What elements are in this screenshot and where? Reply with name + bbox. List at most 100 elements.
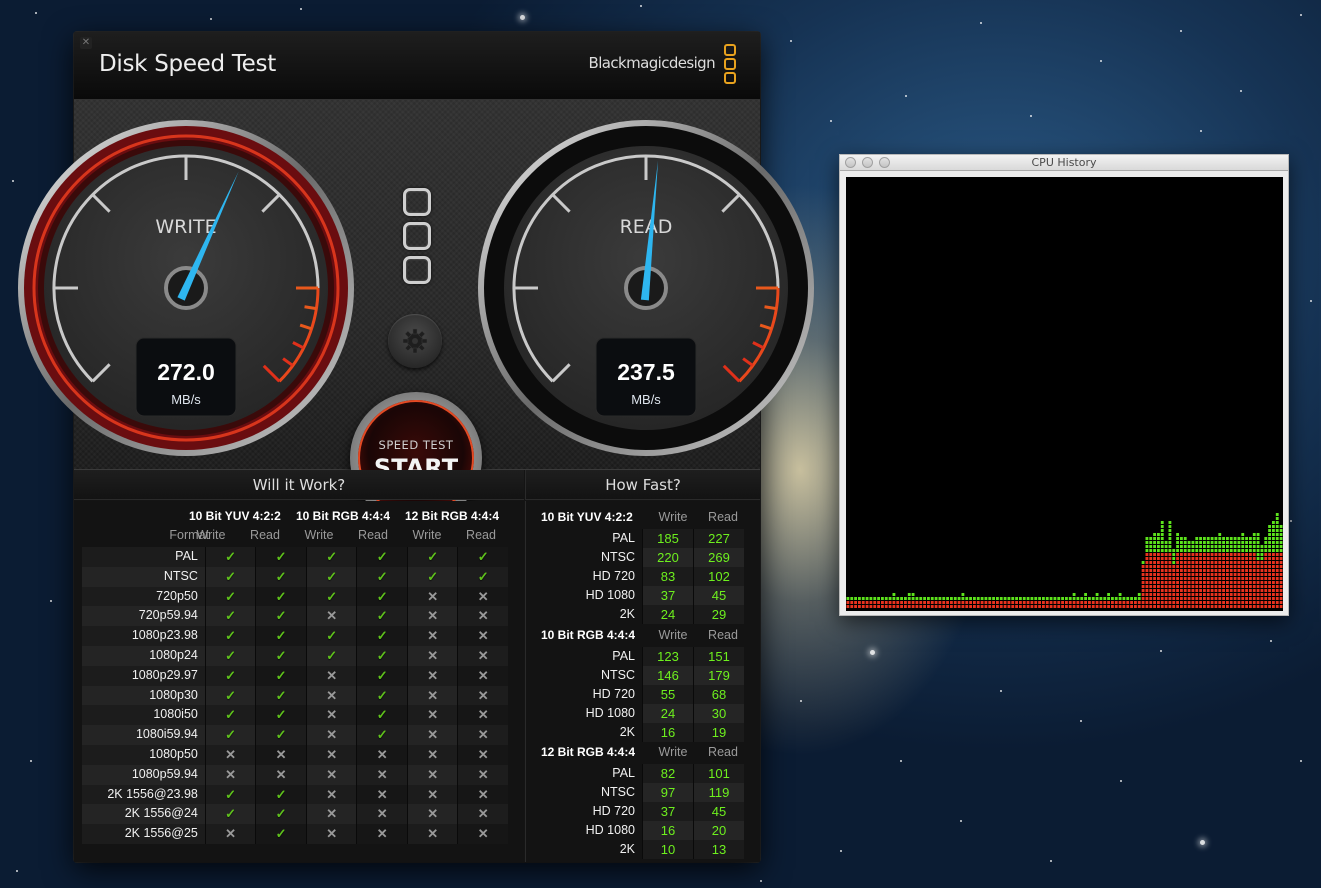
cpu-system-cell bbox=[1183, 605, 1187, 608]
cpu-user-cell bbox=[1053, 597, 1057, 600]
cpu-user-cell bbox=[1229, 545, 1233, 548]
cpu-column bbox=[1214, 537, 1218, 608]
cpu-user-cell bbox=[1149, 541, 1153, 544]
cpu-system-cell bbox=[1249, 605, 1252, 608]
cpu-system-cell bbox=[1015, 601, 1018, 604]
cpu-user-cell bbox=[1260, 545, 1264, 548]
cpu-system-cell bbox=[1222, 573, 1225, 576]
cpu-column bbox=[1210, 537, 1214, 608]
cpu-system-cell bbox=[1233, 605, 1237, 608]
cpu-system-cell bbox=[1137, 601, 1141, 604]
cpu-user-cell bbox=[1157, 541, 1160, 544]
cpu-column bbox=[1172, 549, 1176, 608]
cpu-system-cell bbox=[1176, 593, 1179, 596]
checkmark-icon: ✓ bbox=[356, 705, 407, 726]
cpu-system-cell bbox=[1199, 601, 1202, 604]
cpu-user-cell bbox=[1176, 545, 1179, 548]
cpu-user-cell bbox=[1195, 537, 1199, 540]
cpu-user-cell bbox=[1180, 549, 1183, 552]
cpu-system-cell bbox=[1252, 597, 1256, 600]
cpu-user-cell bbox=[1245, 545, 1248, 548]
star bbox=[1160, 650, 1162, 652]
cpu-system-cell bbox=[1195, 589, 1199, 592]
cpu-system-cell bbox=[1203, 573, 1206, 576]
cpu-system-cell bbox=[884, 605, 888, 608]
cpu-user-cell bbox=[1268, 537, 1271, 540]
cpu-system-cell bbox=[1275, 557, 1279, 560]
cpu-user-cell bbox=[1130, 597, 1133, 600]
cpu-user-cell bbox=[892, 593, 896, 596]
cpu-system-cell bbox=[1241, 561, 1245, 564]
cpu-system-cell bbox=[1229, 573, 1233, 576]
checkmark-icon: ✓ bbox=[204, 725, 256, 745]
cpu-system-cell bbox=[873, 601, 877, 604]
cpu-system-cell bbox=[1229, 553, 1233, 556]
cpu-system-cell bbox=[1256, 581, 1260, 584]
settings-button[interactable] bbox=[388, 314, 442, 368]
cpu-system-cell bbox=[1168, 557, 1172, 560]
cpu-user-cell bbox=[1145, 549, 1149, 552]
cpu-user-cell bbox=[1164, 549, 1168, 552]
cpu-system-cell bbox=[1226, 605, 1229, 608]
cpu-history-window: CPU History bbox=[839, 154, 1289, 616]
cpu-system-cell bbox=[973, 601, 976, 604]
cpu-system-cell bbox=[1275, 561, 1279, 564]
cpu-system-cell bbox=[1176, 561, 1179, 564]
cpu-system-cell bbox=[1034, 601, 1038, 604]
cpu-system-cell bbox=[1264, 557, 1268, 560]
cpu-user-cell bbox=[1241, 549, 1245, 552]
cpu-user-cell bbox=[1260, 553, 1264, 556]
cpu-system-cell bbox=[1256, 589, 1260, 592]
cpu-system-cell bbox=[1080, 605, 1084, 608]
checkmark-icon: ✓ bbox=[204, 665, 256, 686]
cpu-system-cell bbox=[1168, 597, 1172, 600]
cpu-system-cell bbox=[1007, 601, 1011, 604]
cpu-system-cell bbox=[1233, 597, 1237, 600]
cpu-system-cell bbox=[1172, 589, 1176, 592]
cpu-column bbox=[919, 597, 923, 608]
cpu-user-cell bbox=[1245, 541, 1248, 544]
cpu-system-cell bbox=[1237, 597, 1241, 600]
cpu-system-cell bbox=[1176, 601, 1179, 604]
cpu-system-cell bbox=[900, 605, 903, 608]
cpu-user-cell bbox=[1168, 521, 1172, 524]
brand-name: Blackmagicdesign bbox=[588, 54, 716, 72]
cpu-user-cell bbox=[869, 597, 873, 600]
cpu-user-cell bbox=[1199, 537, 1202, 540]
checkmark-icon: ✓ bbox=[356, 685, 407, 706]
cpu-column bbox=[1099, 597, 1103, 608]
cpu-system-cell bbox=[861, 601, 865, 604]
cpu-system-cell bbox=[1233, 577, 1237, 580]
cpu-system-cell bbox=[1237, 605, 1241, 608]
cpu-system-cell bbox=[869, 605, 873, 608]
cpu-system-cell bbox=[1160, 581, 1164, 584]
read-speed-value: 119 bbox=[693, 783, 744, 802]
cpu-column bbox=[1164, 541, 1168, 608]
read-speed-value: 101 bbox=[693, 764, 744, 783]
cpu-system-cell bbox=[1176, 585, 1179, 588]
cpu-system-cell bbox=[1187, 581, 1191, 584]
cpu-column bbox=[942, 597, 946, 608]
cpu-system-cell bbox=[1176, 597, 1179, 600]
cpu-user-cell bbox=[1195, 541, 1199, 544]
cpu-user-cell bbox=[1049, 597, 1053, 600]
cpu-user-cell bbox=[1072, 597, 1076, 600]
star bbox=[300, 8, 302, 10]
cpu-user-cell bbox=[965, 597, 969, 600]
cpu-user-cell bbox=[1268, 525, 1271, 528]
cpu-system-cell bbox=[1164, 565, 1168, 568]
cpu-column bbox=[1180, 537, 1183, 608]
cpu-system-cell bbox=[1229, 565, 1233, 568]
cpu-system-cell bbox=[1214, 605, 1218, 608]
close-icon[interactable]: ✕ bbox=[80, 37, 92, 49]
cross-icon: ✕ bbox=[457, 586, 508, 607]
checkmark-icon: ✓ bbox=[255, 586, 306, 607]
cpu-system-cell bbox=[1252, 573, 1256, 576]
cpu-system-cell bbox=[1229, 597, 1233, 600]
cpu-column bbox=[1091, 597, 1095, 608]
cpu-system-cell bbox=[1260, 597, 1264, 600]
cpu-user-cell bbox=[1226, 549, 1229, 552]
checkmark-icon: ✓ bbox=[356, 645, 407, 666]
cpu-system-cell bbox=[1268, 597, 1271, 600]
cpu-system-cell bbox=[1007, 605, 1011, 608]
